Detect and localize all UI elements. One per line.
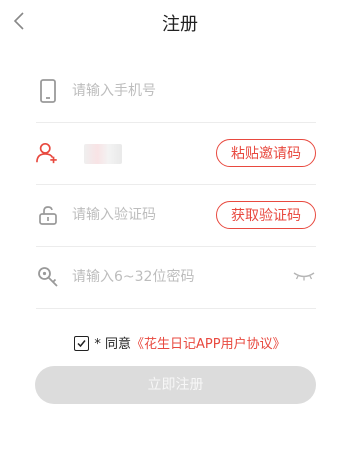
toggle-password-visibility-button[interactable] bbox=[292, 268, 316, 286]
lock-icon bbox=[36, 184, 60, 246]
agreement-checkbox[interactable] bbox=[74, 336, 90, 351]
phone-input[interactable] bbox=[72, 78, 232, 104]
nav-header: 注册 bbox=[0, 0, 360, 44]
eye-closed-icon bbox=[293, 272, 315, 281]
agreement-prefix: * 同意 bbox=[94, 337, 132, 352]
invite-row: 粘贴邀请码 bbox=[36, 122, 316, 185]
get-code-button[interactable]: 获取验证码 bbox=[216, 201, 316, 229]
phone-icon bbox=[36, 60, 60, 122]
phone-row bbox=[36, 60, 316, 123]
add-user-icon bbox=[36, 122, 60, 184]
checkmark-icon bbox=[77, 340, 86, 348]
password-row bbox=[36, 246, 316, 309]
paste-invite-code-button[interactable]: 粘贴邀请码 bbox=[216, 139, 316, 167]
user-agreement-link[interactable]: 《花生日记APP用户协议》 bbox=[131, 337, 286, 352]
agreement-line: * 同意《花生日记APP用户协议》 bbox=[0, 333, 360, 352]
code-row: 获取验证码 bbox=[36, 184, 316, 247]
key-icon bbox=[36, 246, 60, 308]
page-title: 注册 bbox=[162, 14, 198, 35]
verification-code-input[interactable] bbox=[72, 202, 232, 228]
register-button[interactable]: 立即注册 bbox=[35, 366, 316, 404]
password-input[interactable] bbox=[72, 264, 232, 290]
invite-code-field[interactable] bbox=[84, 144, 122, 164]
